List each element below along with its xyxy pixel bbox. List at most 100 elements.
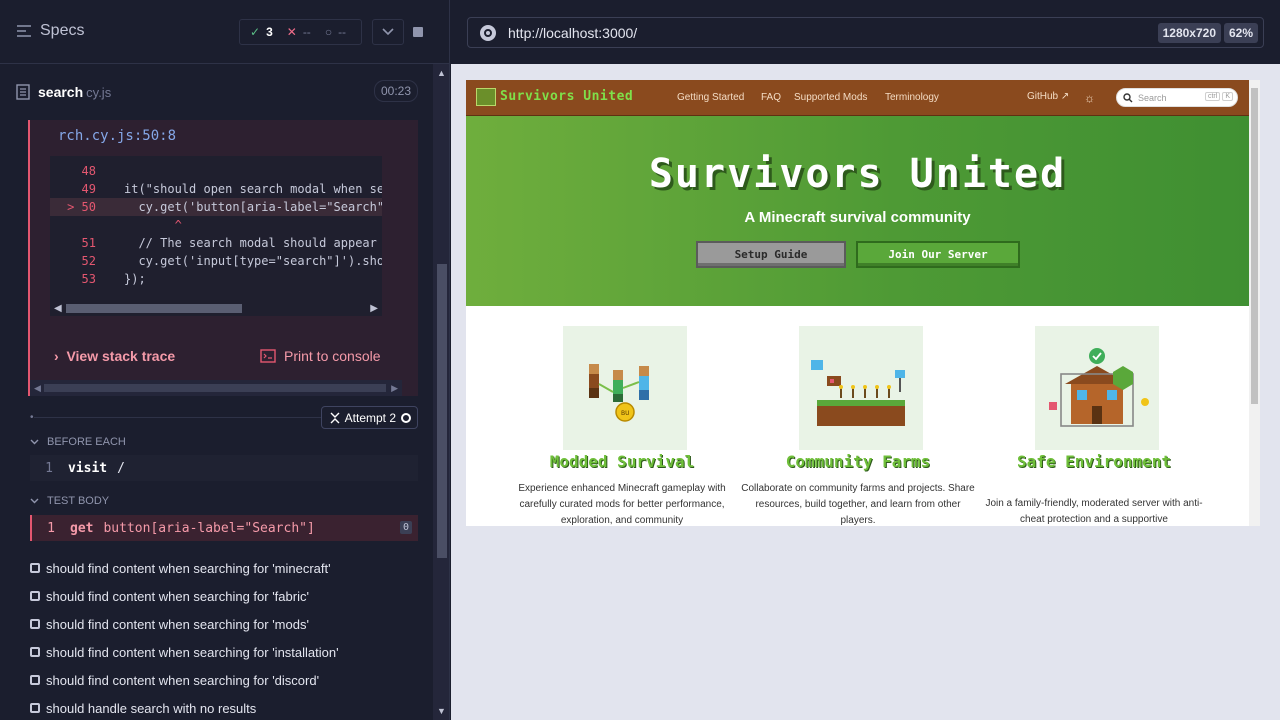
specs-button[interactable]: Specs <box>16 22 84 40</box>
url-bar[interactable]: http://localhost:3000/ 1280x720 62% <box>467 17 1264 48</box>
viewport-size-badge[interactable]: 1280x720 <box>1157 23 1221 43</box>
spec-file-header: search cy.js 00:23 <box>16 79 418 105</box>
feature-description: Join a family-friendly, moderated server… <box>985 498 1203 525</box>
test-title: should find content when searching for '… <box>46 644 339 660</box>
search-shortcut: ctrl K <box>1204 92 1233 101</box>
test-status-icon <box>30 647 40 657</box>
command-number: 1 <box>47 520 55 536</box>
search-placeholder: Search <box>1138 92 1167 103</box>
site-search-button[interactable]: Search ctrl K <box>1116 88 1238 107</box>
safe-environment-illustration <box>1035 326 1159 450</box>
print-to-console-button[interactable]: Print to console <box>260 348 381 364</box>
github-label: GitHub <box>1027 91 1059 102</box>
test-item[interactable]: should find content when searching for '… <box>30 586 309 606</box>
test-item[interactable]: should find content when searching for '… <box>30 642 339 662</box>
failed-count: -- <box>302 25 311 39</box>
collapse-all-button[interactable] <box>372 19 404 45</box>
reporter-header: Specs ✓ 3 ✕ -- ○ -- <box>0 0 449 64</box>
join-server-button[interactable]: Join Our Server <box>856 241 1020 268</box>
nav-link-getting-started[interactable]: Getting Started <box>677 92 744 103</box>
nav-link-faq[interactable]: FAQ <box>761 92 781 103</box>
hero-section: Survivors United A Minecraft survival co… <box>466 116 1249 306</box>
scroll-right-icon[interactable]: ▶ <box>391 383 398 394</box>
modded-survival-illustration: BU <box>563 326 687 450</box>
code-line: 52 cy.get('input[type="search"]').sho <box>81 254 382 268</box>
chevron-down-icon <box>30 439 39 445</box>
attempt-tag[interactable]: Attempt 2 <box>320 406 418 429</box>
stop-icon <box>413 27 423 37</box>
selector-playground-icon[interactable] <box>480 24 496 41</box>
attempt-row: • Attempt 2 <box>28 404 418 430</box>
setup-guide-button[interactable]: Setup Guide <box>696 241 846 268</box>
external-link-icon: ↗ <box>1060 91 1070 102</box>
scroll-left-icon[interactable]: ◀ <box>34 383 41 394</box>
error-panel-scrollbar[interactable]: ◀ ▶ <box>30 380 402 396</box>
hero-title: Survivors United <box>648 151 1067 197</box>
view-stack-trace-label: View stack trace <box>66 348 176 364</box>
test-item[interactable]: should find content when searching for '… <box>30 614 309 634</box>
test-body-label: TEST BODY <box>47 495 110 507</box>
console-icon <box>260 349 276 363</box>
code-line: 53}); <box>81 272 146 286</box>
error-panel: rch.cy.js:50:8 48 49 it("should open sear… <box>28 120 418 396</box>
reporter-scrollbar[interactable]: ▲ ▼ <box>433 64 449 720</box>
before-each-header[interactable]: BEFORE EACH <box>30 436 126 448</box>
scroll-right-icon[interactable]: ▶ <box>370 303 378 314</box>
theme-toggle-icon[interactable]: ☼ <box>1084 91 1095 105</box>
specs-label: Specs <box>40 22 85 39</box>
test-title: should find content when searching for '… <box>46 588 309 604</box>
running-icon <box>401 412 411 423</box>
chevron-down-icon <box>30 498 39 504</box>
site-brand[interactable]: Survivors United <box>500 89 633 104</box>
test-title: should handle search with no results <box>46 700 257 716</box>
test-item[interactable]: should find content when searching for '… <box>30 670 319 690</box>
reporter-panel: Specs ✓ 3 ✕ -- ○ -- search cy.js 00:23 r… <box>0 0 450 720</box>
command-message: button[aria-label="Search"] <box>103 520 315 536</box>
scroll-left-icon[interactable]: ◀ <box>54 303 62 314</box>
aut-header: http://localhost:3000/ 1280x720 62% <box>451 0 1280 64</box>
command-row[interactable]: 1 visit / <box>30 455 418 481</box>
attempt-label: Attempt 2 <box>344 410 396 425</box>
scrollbar-thumb[interactable] <box>44 384 386 392</box>
app-scrollbar[interactable] <box>1249 80 1260 526</box>
duration-badge: 00:23 <box>373 80 418 102</box>
test-status-icon <box>30 563 40 573</box>
file-icon <box>16 84 30 100</box>
code-frame: 48 49 it("should open search modal when s… <box>50 156 382 316</box>
feature-description: Experience enhanced Minecraft gameplay w… <box>518 483 726 526</box>
scroll-down-icon[interactable]: ▼ <box>437 706 446 716</box>
scrollbar-thumb[interactable] <box>437 264 447 558</box>
chevron-down-icon <box>382 28 394 36</box>
command-row-failed[interactable]: 1 get button[aria-label="Search"] 0 <box>30 515 418 541</box>
error-location[interactable]: rch.cy.js:50:8 <box>58 128 176 144</box>
view-stack-trace-button[interactable]: › View stack trace <box>54 348 175 364</box>
hero-subtitle: A Minecraft survival community <box>744 209 971 226</box>
menu-icon <box>17 25 31 37</box>
test-stats: ✓ 3 ✕ -- ○ -- <box>239 19 362 45</box>
app-viewport: Survivors United Getting Started FAQ Sup… <box>466 80 1260 526</box>
pending-icon: ○ <box>324 25 333 39</box>
code-line: 51 // The search modal should appear <box>81 236 377 250</box>
github-link[interactable]: GitHub ↗ <box>1027 91 1069 102</box>
nav-link-terminology[interactable]: Terminology <box>885 92 939 103</box>
test-item[interactable]: should find content when searching for '… <box>30 558 331 578</box>
spec-file-name: search <box>38 84 84 100</box>
scroll-up-icon[interactable]: ▲ <box>437 68 446 78</box>
nav-link-supported-mods[interactable]: Supported Mods <box>794 92 867 103</box>
feature-title: Safe Environment <box>996 454 1192 470</box>
print-to-console-label: Print to console <box>284 348 381 364</box>
scrollbar-thumb[interactable] <box>66 304 242 313</box>
feature-title: Modded Survival <box>549 452 695 471</box>
code-frame-scrollbar[interactable]: ◀ ▶ <box>50 300 382 316</box>
svg-text:BU: BU <box>621 410 630 417</box>
command-number: 1 <box>45 460 53 476</box>
scrollbar-thumb[interactable] <box>1251 88 1258 404</box>
feature-description: Collaborate on community farms and proje… <box>741 483 975 526</box>
search-icon <box>1123 92 1133 102</box>
test-status-icon <box>30 619 40 629</box>
test-body-header[interactable]: TEST BODY <box>30 495 109 507</box>
stop-button[interactable] <box>404 19 432 45</box>
test-item[interactable]: should handle search with no results <box>30 698 256 718</box>
site-logo[interactable] <box>476 88 496 106</box>
test-status-icon <box>30 591 40 601</box>
